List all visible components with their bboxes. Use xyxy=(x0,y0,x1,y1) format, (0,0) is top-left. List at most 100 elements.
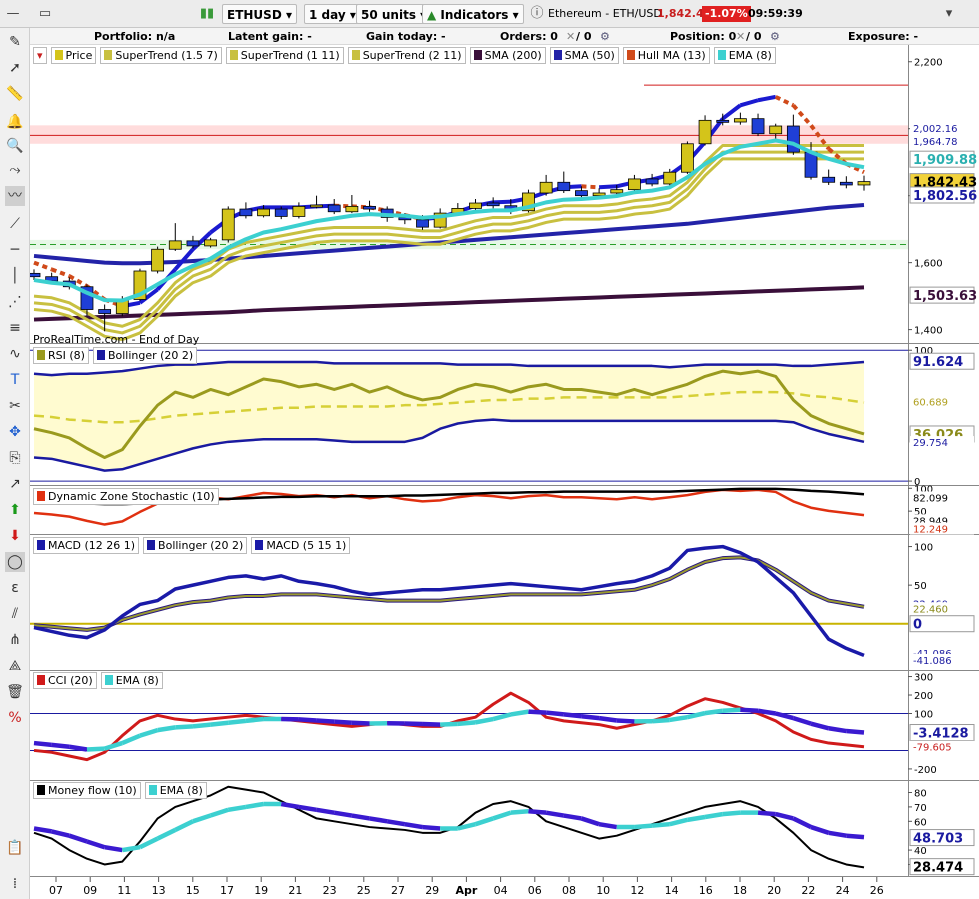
ellipse-icon[interactable]: ◯ xyxy=(5,552,25,572)
text-tool-icon[interactable]: T xyxy=(5,370,25,390)
position-cancel-icon[interactable]: ✕ xyxy=(736,30,745,43)
move-icon[interactable]: ✥ xyxy=(5,422,25,442)
legend-item[interactable]: SMA (50) xyxy=(549,47,619,64)
exposure-text: Exposure: - xyxy=(848,30,919,43)
x-axis-label: 21 xyxy=(288,884,302,897)
legend-item[interactable]: SuperTrend (2 11) xyxy=(347,47,466,64)
latent-gain-text: Latent gain: - xyxy=(228,30,312,43)
mfi-ema-segment xyxy=(227,804,247,813)
x-axis-label: 06 xyxy=(528,884,542,897)
grip-icon[interactable]: ⁞ xyxy=(5,874,25,894)
legend-item[interactable]: MACD (12 26 1) xyxy=(33,537,140,554)
change-badge: -1.07% xyxy=(702,6,751,22)
mfi-ema-segment xyxy=(351,813,370,821)
legend-item[interactable]: EMA (8) xyxy=(144,782,207,799)
legend-label: EMA (8) xyxy=(159,784,203,797)
legend-item[interactable]: Price xyxy=(50,47,97,64)
value-tag: 2,002.16 xyxy=(913,124,958,135)
cci-ema-segment xyxy=(704,708,724,716)
legend-item[interactable]: SuperTrend (1 11) xyxy=(225,47,344,64)
value-tag: 12.249 xyxy=(913,525,948,536)
legend-item[interactable]: EMA (8) xyxy=(100,672,163,689)
fib-f-icon[interactable]: ≡ xyxy=(5,318,25,338)
sell-arrow-icon[interactable]: ⬇ xyxy=(5,526,25,546)
value-tag: 1,802.56 xyxy=(913,189,977,204)
info-icon[interactable]: ⓘ xyxy=(528,5,546,23)
buy-arrow-icon[interactable]: ⬆ xyxy=(5,500,25,520)
cci-ema-segment xyxy=(669,714,688,723)
x-axis-label: 11 xyxy=(117,884,131,897)
wave-icon[interactable]: ∿ xyxy=(5,344,25,364)
zoom-icon[interactable]: 🔍 xyxy=(5,136,25,156)
trend-tool-icon[interactable]: ⤳ xyxy=(5,160,25,180)
mfi-ema-segment xyxy=(757,810,776,817)
price-legend: ▾ Price SuperTrend (1.5 7) SuperTrend (1 11… xyxy=(33,47,780,64)
orders-cancel-icon[interactable]: ✕ xyxy=(566,30,575,43)
clipboard-icon[interactable]: 📋 xyxy=(5,838,25,858)
symbol-select[interactable]: ETHUSD ▾ xyxy=(222,4,297,24)
mfi-ema-segment xyxy=(528,808,547,815)
timeframe-select[interactable]: 1 day ▾ xyxy=(304,4,361,24)
chart-area[interactable]: 2,2002,0001,8001,6001,4002,002.161,964.7… xyxy=(30,45,979,899)
value-tag: 91.624 xyxy=(913,355,963,370)
cci-ema-segment xyxy=(563,712,582,719)
cci-ema-segment xyxy=(228,718,247,725)
legend-swatch xyxy=(553,50,562,60)
indicators-button[interactable]: ▲ Indicators ▾ xyxy=(422,4,524,24)
candle-body xyxy=(151,248,165,272)
channel-icon[interactable]: ⫽ xyxy=(5,604,25,624)
mfi-ema-segment xyxy=(510,808,529,815)
legend-item[interactable]: MACD (5 15 1) xyxy=(251,537,351,554)
position-gear-icon[interactable]: ⚙ xyxy=(770,30,780,43)
legend-swatch xyxy=(147,540,156,550)
chevron-down-icon[interactable]: ▾ xyxy=(940,5,958,23)
cci-ema-segment xyxy=(581,714,600,721)
ruler-icon[interactable]: 📏 xyxy=(5,84,25,104)
cci-ema-segment xyxy=(210,720,229,727)
chart-tool-icon[interactable]: 〰 xyxy=(5,186,25,206)
units-select[interactable]: 50 units ▾ xyxy=(356,4,432,24)
x-axis-label: 20 xyxy=(767,884,781,897)
line-tool-icon[interactable]: ⟋ xyxy=(5,214,25,234)
legend-label: SuperTrend (1.5 7) xyxy=(115,49,218,62)
legend-item[interactable]: Money flow (10) xyxy=(33,782,141,799)
x-axis-label: 23 xyxy=(323,884,337,897)
gann-icon[interactable]: ⟁ xyxy=(5,656,25,676)
candle-icon[interactable]: ▮▮ xyxy=(198,5,216,23)
candle-body xyxy=(274,208,288,217)
fib-icon[interactable]: ⋰ xyxy=(5,292,25,312)
minimize-icon[interactable]: — xyxy=(4,5,22,23)
price-legend-menu-icon[interactable]: ▾ xyxy=(33,47,47,64)
cci-ema-segment xyxy=(722,707,741,713)
x-axis-label: 15 xyxy=(186,884,200,897)
legend-item[interactable]: SuperTrend (1.5 7) xyxy=(100,47,222,64)
value-tag: -79.605 xyxy=(913,743,952,754)
restore-icon[interactable]: ▭ xyxy=(36,5,54,23)
trash-icon[interactable]: 🗑 xyxy=(5,682,25,702)
cursor-icon[interactable]: ➚ xyxy=(5,58,25,78)
legend-item[interactable]: CCI (20) xyxy=(33,672,97,689)
legend-item[interactable]: RSI (8) xyxy=(33,347,89,364)
legend-item[interactable]: EMA (8) xyxy=(713,47,776,64)
legend-label: Hull MA (13) xyxy=(637,49,706,62)
percent-icon[interactable]: % xyxy=(5,708,25,728)
horizontal-line-icon[interactable]: ─ xyxy=(5,240,25,260)
arrow-tool-icon[interactable]: ↗ xyxy=(5,474,25,494)
source-label: ProRealTime.com - End of Day xyxy=(33,333,200,346)
legend-item[interactable]: Bollinger (20 2) xyxy=(143,537,248,554)
legend-label: SuperTrend (1 11) xyxy=(240,49,340,62)
alert-bell-icon[interactable]: 🔔 xyxy=(5,112,25,132)
pencil-icon[interactable]: ✎ xyxy=(5,32,25,52)
mfi-ema-segment xyxy=(687,814,706,823)
value-tag: 1,964.78 xyxy=(913,137,958,148)
tools-icon[interactable]: ✂ xyxy=(5,396,25,416)
legend-item[interactable]: Dynamic Zone Stochastic (10) xyxy=(33,488,219,505)
orders-gear-icon[interactable]: ⚙ xyxy=(600,30,610,43)
vertical-line-icon[interactable]: │ xyxy=(5,266,25,286)
legend-item[interactable]: SMA (200) xyxy=(469,47,546,64)
epsilon-icon[interactable]: ε xyxy=(5,578,25,598)
fan-icon[interactable]: ⋔ xyxy=(5,630,25,650)
legend-item[interactable]: Bollinger (20 2) xyxy=(92,347,198,364)
legend-item[interactable]: Hull MA (13) xyxy=(622,47,710,64)
copy-icon[interactable]: ⎘ xyxy=(5,448,25,468)
